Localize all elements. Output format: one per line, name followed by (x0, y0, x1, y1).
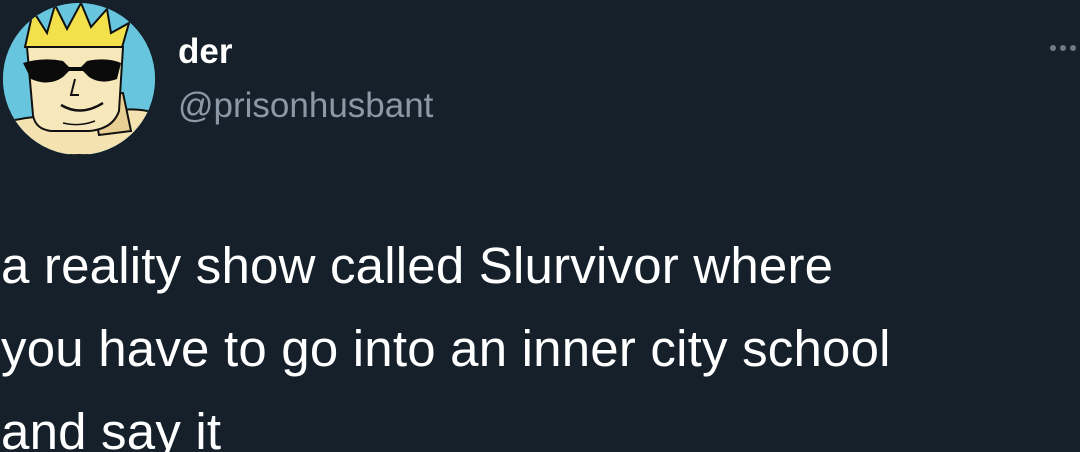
avatar[interactable] (3, 3, 155, 155)
tweet-text: a reality show called Slurvivor where yo… (1, 224, 1071, 452)
cartoon-character-with-sunglasses-avatar-icon (3, 3, 155, 155)
dot-icon (1050, 45, 1056, 51)
tweet-text-line: and say it (1, 403, 222, 452)
more-options-icon[interactable] (1036, 36, 1076, 60)
dot-icon (1060, 45, 1066, 51)
dot-icon (1070, 45, 1076, 51)
tweet-text-line: a reality show called Slurvivor where (1, 237, 834, 294)
user-handle[interactable]: @prisonhusbant (178, 84, 433, 128)
display-name[interactable]: der (178, 30, 232, 74)
tweet-text-line: you have to go into an inner city school (1, 320, 891, 377)
tweet-card: der @prisonhusbant a reality show called… (0, 0, 1080, 452)
